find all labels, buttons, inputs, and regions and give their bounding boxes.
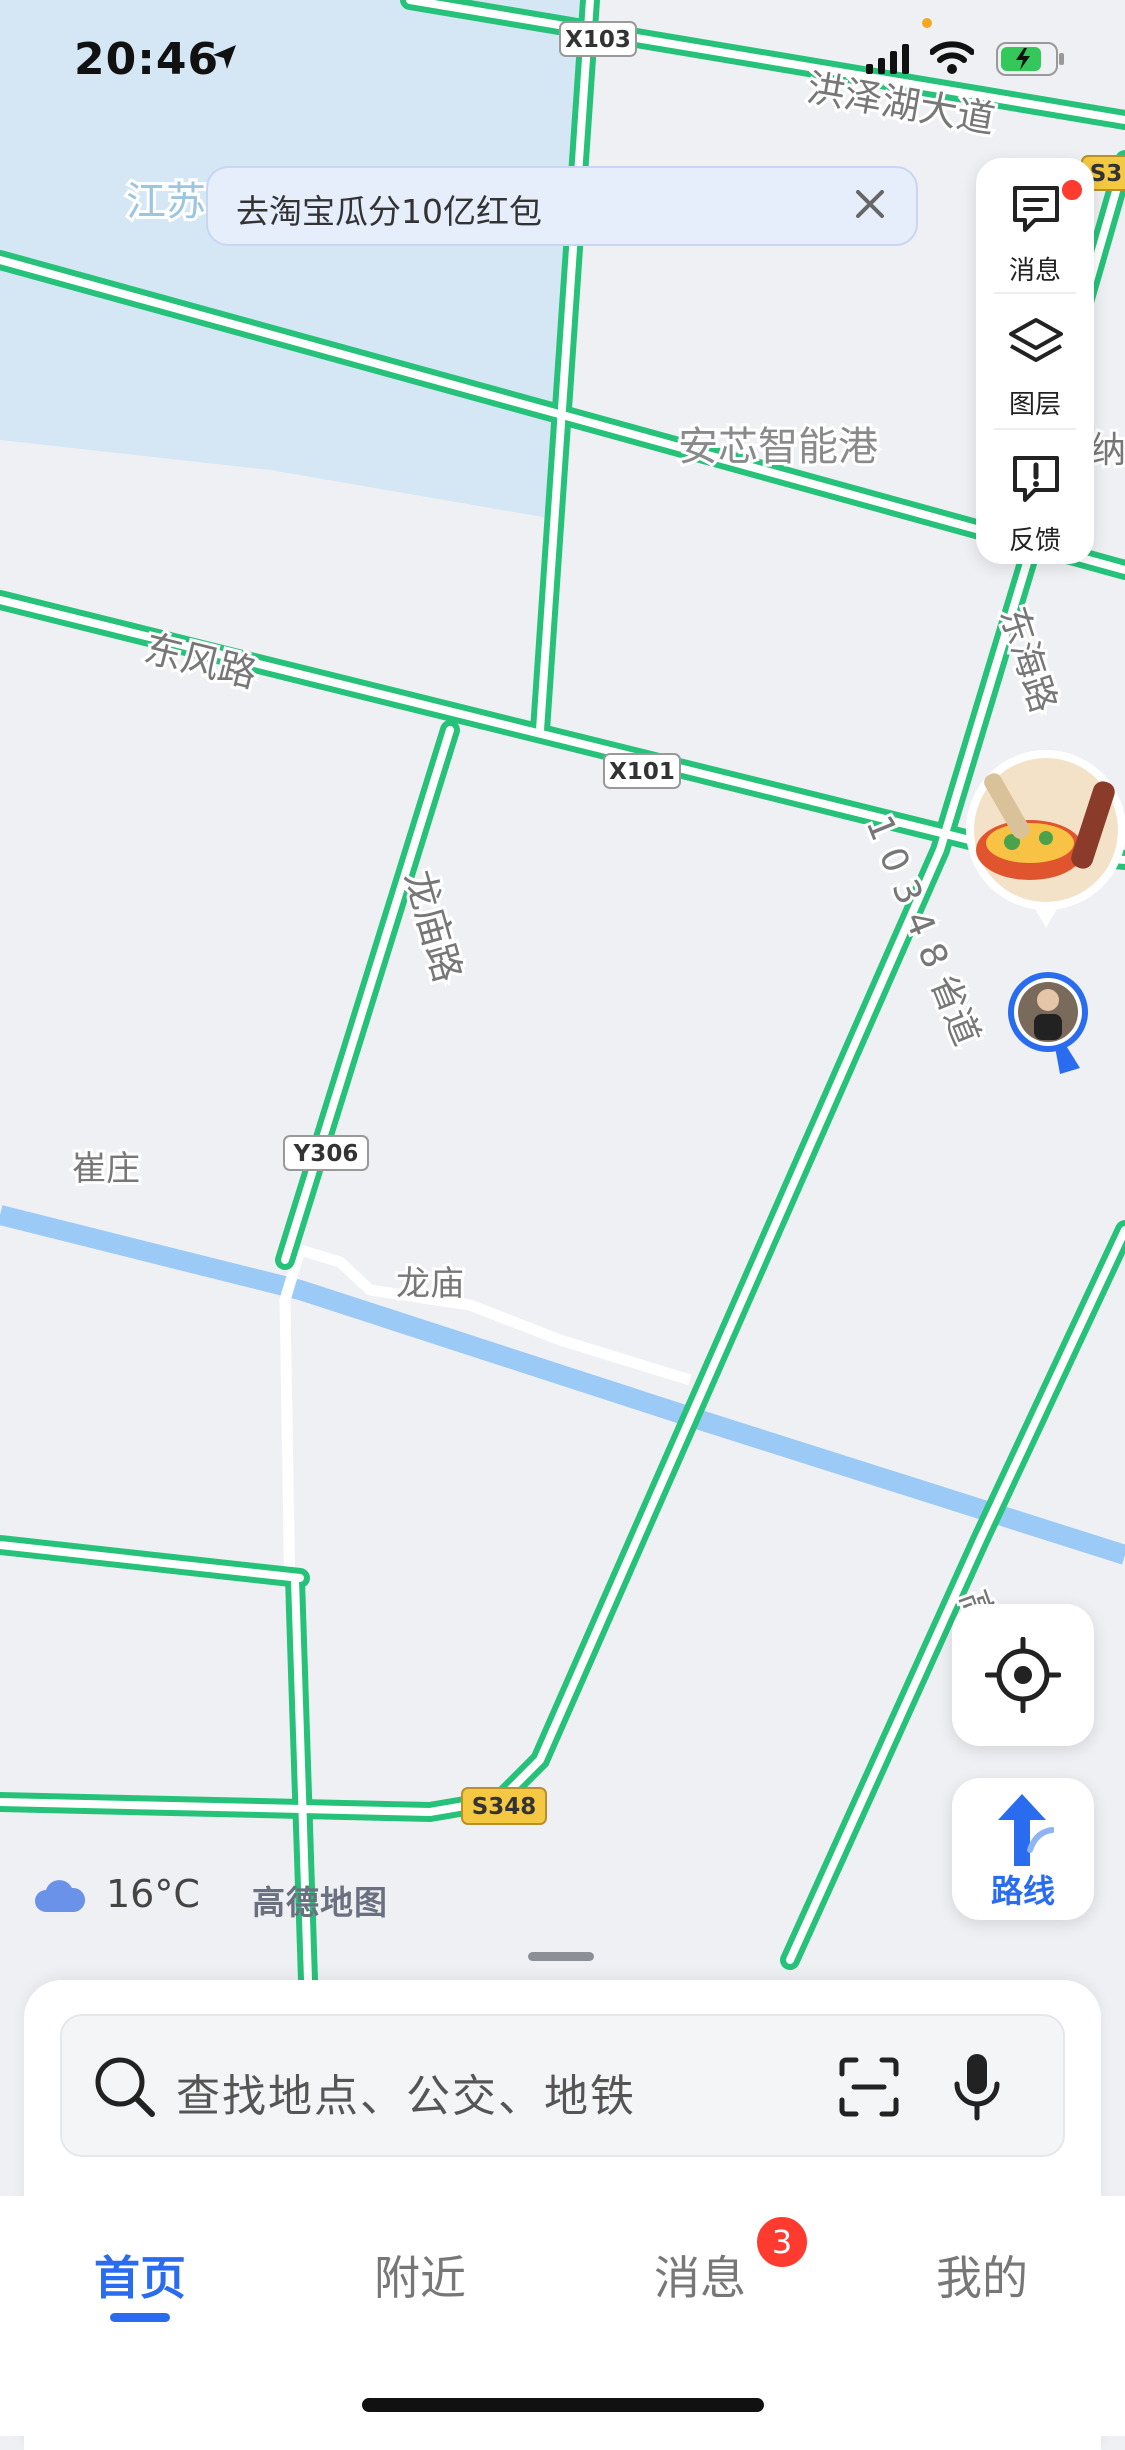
map-label-longmiao: 龙庙 [396, 1264, 464, 1304]
layers-icon [1009, 318, 1063, 362]
status-time: 20:46 [74, 34, 220, 85]
home-indicator [362, 2398, 764, 2412]
shield-y306: Y306 [293, 1141, 359, 1167]
message-icon [1013, 186, 1059, 232]
messages-label: 消息 [1008, 256, 1061, 286]
promo-banner[interactable]: 去淘宝瓜分10亿红包 [206, 166, 918, 246]
map-side-panel: 消息 图层 反馈 [976, 158, 1094, 564]
sheet-handle[interactable] [528, 1952, 594, 1961]
battery-icon [996, 42, 1064, 76]
messages-badge: 3 [754, 2214, 810, 2270]
cloud-icon [35, 1880, 86, 1912]
location-arrow-icon [213, 45, 236, 69]
notification-dot [1060, 178, 1084, 202]
search-placeholder: 查找地点、公交、地铁 [176, 2071, 636, 2122]
tab-home[interactable]: 首页 [40, 2242, 240, 2308]
map-label-edge: 纳东 [1090, 430, 1125, 471]
tab-nearby[interactable]: 附近 [320, 2242, 520, 2308]
orange-dot-indicator [922, 18, 932, 28]
route-label: 路线 [990, 1872, 1055, 1910]
wifi-icon [930, 41, 974, 74]
shield-x103: X103 [565, 27, 631, 53]
feedback-label: 反馈 [1008, 526, 1061, 556]
route-arrow-icon [998, 1794, 1054, 1866]
feedback-icon [1013, 456, 1059, 502]
shield-s348: S348 [472, 1794, 537, 1820]
temperature: 16°C [106, 1872, 200, 1916]
scan-icon[interactable] [838, 2056, 900, 2118]
microphone-icon[interactable] [952, 2052, 1002, 2122]
map-label-anxin: 安芯智能港 [678, 424, 878, 470]
messages-button[interactable]: 消息 [976, 164, 1094, 294]
shield-x101: X101 [609, 759, 675, 785]
feedback-button[interactable]: 反馈 [976, 434, 1094, 564]
divider [994, 428, 1076, 430]
close-icon[interactable] [848, 182, 892, 226]
shield-s3: S3 [1090, 161, 1123, 187]
amap-logo: 高德地图 [252, 1883, 388, 1922]
layers-label: 图层 [1008, 390, 1061, 420]
divider [994, 292, 1076, 294]
map-label-cuizhuang: 崔庄 [72, 1149, 140, 1189]
active-tab-indicator [110, 2313, 170, 2322]
locate-me-button[interactable] [952, 1604, 1094, 1746]
layers-button[interactable]: 图层 [976, 298, 1094, 428]
map-label-jiangsu: 江苏 [126, 179, 206, 225]
cellular-signal-icon [866, 44, 909, 74]
promo-banner-text: 去淘宝瓜分10亿红包 [236, 192, 542, 231]
route-button[interactable]: 路线 [952, 1778, 1094, 1920]
search-icon [95, 2057, 155, 2117]
search-bar[interactable]: 查找地点、公交、地铁 [60, 2014, 1065, 2157]
crosshair-icon [985, 1637, 1061, 1713]
tab-mine[interactable]: 我的 [882, 2242, 1082, 2308]
